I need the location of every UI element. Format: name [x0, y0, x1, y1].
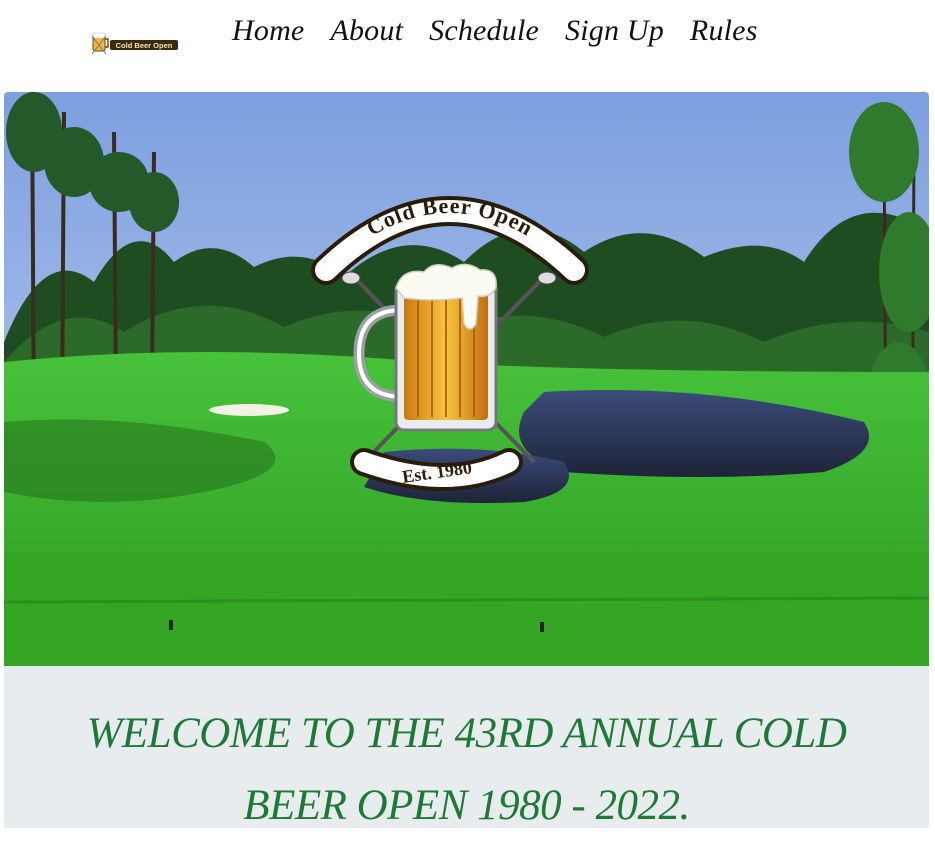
- hero-banner-image: Cold Beer Open Est. 1980: [4, 92, 929, 666]
- brand-logo[interactable]: Cold Beer Open: [91, 32, 180, 56]
- main-nav: Home About Schedule Sign Up Rules: [232, 14, 758, 48]
- welcome-line-1: WELCOME TO THE 43RD ANNUAL COLD: [86, 710, 847, 757]
- nav-about-link[interactable]: About: [330, 14, 403, 48]
- nav-signup-link[interactable]: Sign Up: [565, 14, 664, 48]
- nav-rules-link[interactable]: Rules: [690, 14, 758, 48]
- beer-mug-logo-icon: Cold Beer Open: [91, 32, 178, 55]
- welcome-banner: WELCOME TO THE 43RD ANNUAL COLD BEER OPE…: [4, 666, 929, 829]
- logo-text: Cold Beer Open: [116, 41, 173, 50]
- welcome-heading: WELCOME TO THE 43RD ANNUAL COLD BEER OPE…: [4, 666, 929, 842]
- nav-schedule-link[interactable]: Schedule: [429, 14, 539, 48]
- top-navbar: Cold Beer Open Home About Schedule Sign …: [0, 0, 935, 92]
- welcome-line-2: BEER OPEN 1980 - 2022.: [243, 782, 690, 829]
- golf-course-illustration: Cold Beer Open Est. 1980: [4, 92, 929, 666]
- nav-home-link[interactable]: Home: [232, 14, 304, 48]
